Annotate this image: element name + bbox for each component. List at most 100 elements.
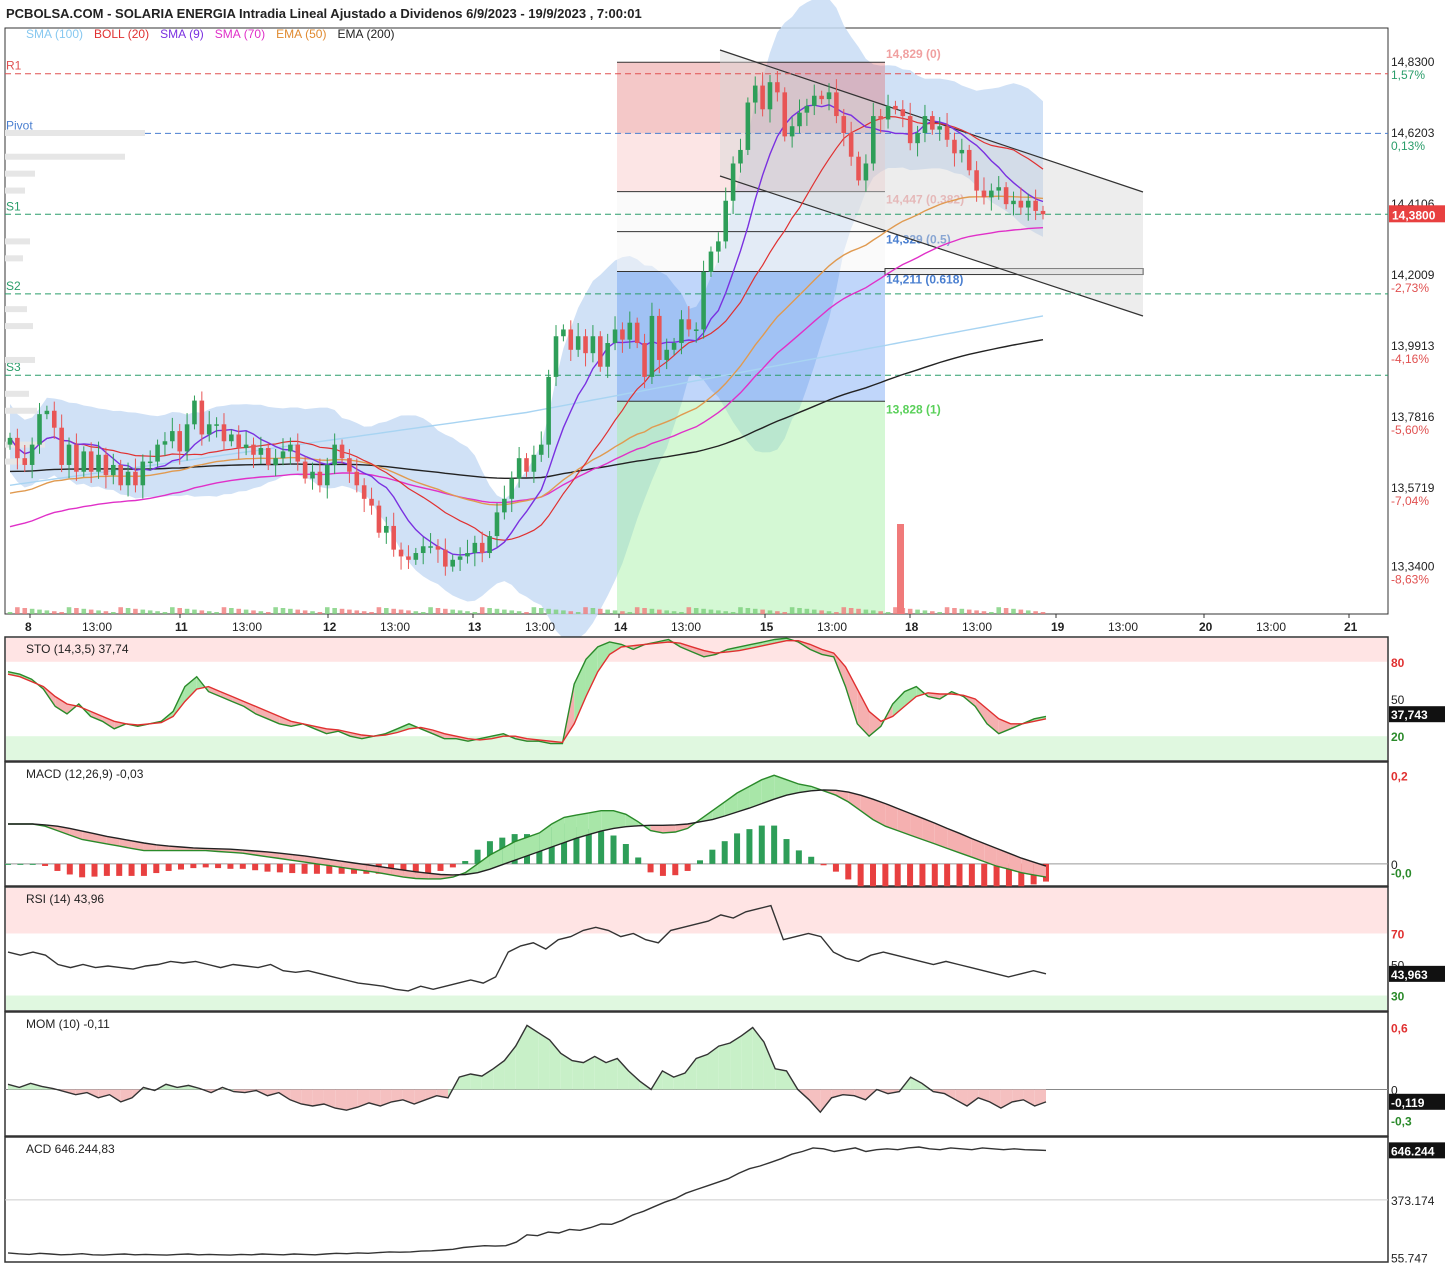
volume-bar [22,608,28,614]
candle-body [332,444,337,465]
volume-bar [981,611,987,614]
x-hour-label: 13:00 [671,620,701,634]
candle-body [140,461,146,486]
volume-bar [863,609,869,614]
macd-axis-label: 0,2 [1391,769,1408,783]
candle-body [199,400,205,435]
candle-body [472,542,478,554]
volume-bar [701,608,706,614]
macd-histogram-bar [276,863,283,873]
legend-label: SMA [160,27,186,41]
macd-histogram-bar [635,857,642,864]
candle-body [811,95,817,106]
candle-body [649,315,655,377]
mom-fill [301,1089,313,1107]
volume-bar [88,609,94,614]
volume-bar [162,612,168,614]
volume-bar [723,611,729,614]
volume-bar [66,607,72,614]
volume-bar [583,607,588,614]
pivot-label: S1 [6,199,21,213]
macd-histogram-bar [289,863,296,874]
volume-bar [155,611,160,614]
volume-bar [627,612,633,614]
macd-histogram-bar [252,863,259,871]
candle-body [265,448,271,465]
volume-bar [671,611,677,614]
pivot-label: S2 [6,279,21,293]
acd-last-value: 646.244 [1391,1144,1435,1158]
volume-profile-bar [5,356,35,363]
macd-fill [601,810,614,832]
price-axis-label: 14,8300 [1391,55,1435,69]
mom-fill [605,1058,618,1090]
acd-label: ACD 646.244,83 [26,1142,115,1156]
volume-bar [693,608,699,614]
candle-body [664,349,669,360]
x-day-label: 21 [1344,620,1358,634]
volume-bar [996,607,1002,614]
candle-body [760,85,765,110]
volume-bar [487,608,492,614]
volume-bar [546,608,551,614]
candle-body [834,92,839,117]
candle-body [509,478,515,499]
macd-histogram-bar [598,831,605,864]
volume-bar [657,609,662,614]
volume-bar [856,608,861,614]
candle-body [738,149,743,164]
volume-bar [51,611,57,614]
sto-axis-label: 80 [1391,656,1405,670]
macd-label: MACD (12,26,9) -0,03 [26,767,144,781]
volume-bar [878,611,883,614]
candle-body [561,329,566,337]
volume-bar [44,610,50,614]
mom-fill [312,1089,324,1107]
volume-bar [686,607,692,614]
macd-histogram-bar [301,863,308,874]
candle-body [147,461,153,464]
legend-param: (200) [366,27,394,41]
candle-body [376,505,382,533]
volume-profile-bar [5,306,27,313]
volume-bar [590,608,596,614]
candle-body [494,512,500,537]
candle-body [583,336,588,354]
volume-bar [295,609,301,614]
macd-histogram-bar [116,863,123,876]
macd-histogram-bar [808,856,815,864]
candle-body [273,458,278,465]
macd-histogram-bar [721,841,728,864]
macd-histogram-bar [66,863,73,875]
volume-bar [369,612,374,614]
macd-histogram-bar [128,863,135,876]
volume-bar [575,612,581,614]
candle-body [184,424,190,452]
volume-bar [273,607,278,614]
candle-body [930,116,935,130]
macd-histogram-bar [103,863,110,876]
volume-bar [288,608,293,614]
volume-bar [730,612,736,614]
candle-body [915,133,920,144]
volume-bar [265,612,271,614]
volume-bar [118,607,123,614]
macd-panel [4,761,1389,887]
volume-bar [310,611,315,614]
macd-histogram-bar [239,863,246,869]
candle-body [981,190,987,198]
candle-body [804,105,810,113]
candle-body [966,149,972,171]
candle-body [479,542,485,554]
x-day-label: 11 [175,620,188,634]
candle-body [937,126,942,130]
candle-body [280,451,286,459]
candle-body [413,553,419,560]
candle-body [620,329,625,340]
macd-histogram-bar [140,863,147,876]
mom-fill [730,1035,742,1090]
volume-bar [103,611,109,614]
volume-bar [317,612,323,614]
volume-bar [347,609,352,614]
candle-body [59,427,64,465]
